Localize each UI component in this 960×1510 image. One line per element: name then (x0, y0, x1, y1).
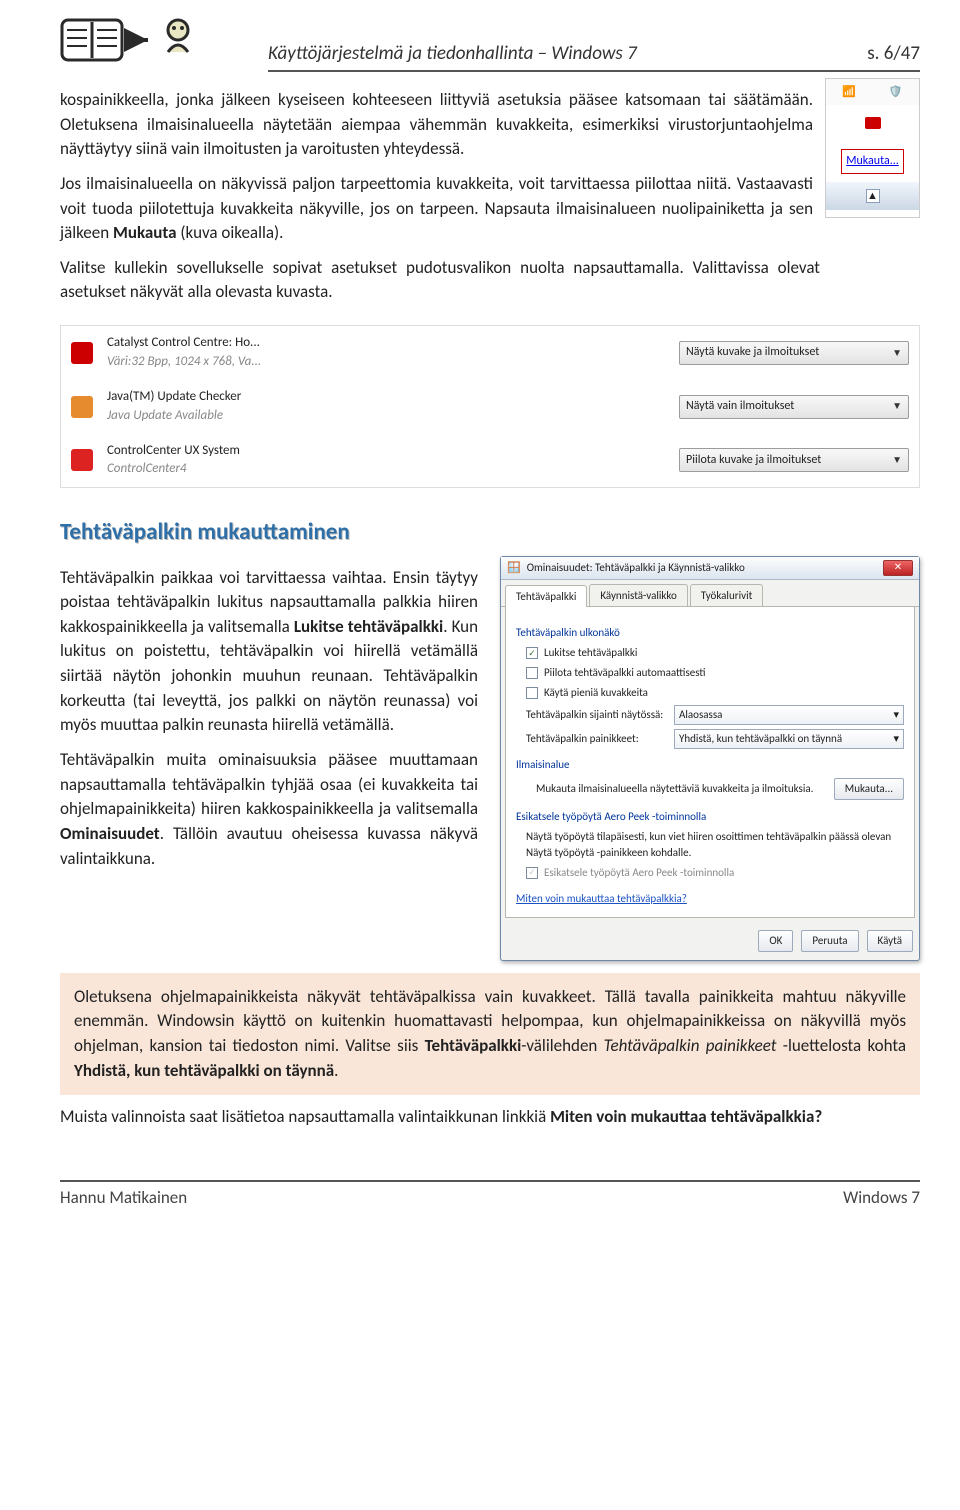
checkbox-aero-peek[interactable]: ✓Esikatsele työpöytä Aero Peek -toiminno… (516, 865, 904, 881)
closing-paragraph: Muista valinnoista saat lisätietoa napsa… (60, 1105, 920, 1130)
tip-box: Oletuksena ohjelmapainikkeista näkyvät t… (60, 973, 920, 1096)
section-appearance: Tehtäväpalkin ulkonäkö (516, 625, 904, 641)
aero-description: Näytä työpöytä tilapäisesti, kun viet hi… (516, 829, 904, 861)
body-paragraph-3: Valitse kullekin sovellukselle sopivat a… (60, 256, 820, 305)
app-row-controlcenter: ControlCenter UX System ControlCenter4 P… (61, 434, 919, 488)
section-notification-area: Ilmaisinalue (516, 757, 904, 773)
tab-toolbars[interactable]: Työkalurivit (690, 584, 763, 607)
tray-description: Mukauta ilmaisinalueella näytettäviä kuv… (526, 781, 826, 797)
behavior-dropdown[interactable]: Näytä kuvake ja ilmoitukset▼ (679, 341, 909, 365)
body-paragraph-1: kospainikkeella, jonka jälkeen kyseiseen… (60, 88, 920, 162)
tab-taskbar[interactable]: Tehtäväpalkki (505, 585, 587, 608)
controlcenter-icon (71, 449, 93, 471)
cancel-button[interactable]: Peruuta (801, 930, 858, 952)
taskbar-properties-dialog: 🪟 Ominaisuudet: Tehtäväpalkki ja Käynnis… (500, 556, 920, 961)
book-to-reader-icon (60, 10, 200, 72)
notification-icons-settings-list: Catalyst Control Centre: Ho... Väri:32 B… (60, 325, 920, 488)
customize-link[interactable]: Mukauta... (841, 149, 904, 174)
page-number: s. 6/47 (867, 40, 920, 68)
section-aero-peek: Esikatsele työpöytä Aero Peek -toiminnol… (516, 809, 904, 825)
ati-tray-icon (865, 117, 881, 129)
chevron-down-icon: ▼ (892, 346, 902, 361)
app-name: ControlCenter UX System (107, 442, 665, 461)
buttons-label: Tehtäväpalkin painikkeet: (526, 731, 666, 747)
app-subtitle: Java Update Available (107, 407, 665, 426)
ati-icon (71, 342, 93, 364)
page-header: Käyttöjärjestelmä ja tiedonhallinta – Wi… (60, 0, 920, 78)
dialog-titlebar: 🪟 Ominaisuudet: Tehtäväpalkki ja Käynnis… (501, 557, 919, 580)
apply-button[interactable]: Käytä (867, 930, 913, 952)
tab-startmenu[interactable]: Käynnistä-valikko (589, 584, 687, 607)
footer-author: Hannu Matikainen (60, 1186, 187, 1211)
checkbox-small-icons[interactable]: Käytä pieniä kuvakkeita (516, 685, 904, 701)
app-name: Catalyst Control Centre: Ho... (107, 334, 665, 353)
position-label: Tehtäväpalkin sijainti näytössä: (526, 707, 666, 723)
section-heading: Tehtäväpalkin mukauttaminen (60, 516, 920, 549)
body-paragraph-2: Jos ilmaisinalueella on näkyvissä paljon… (60, 172, 820, 246)
chevron-down-icon: ▼ (892, 399, 902, 414)
checkbox-autohide[interactable]: Piilota tehtäväpalkki automaattisesti (516, 665, 904, 681)
notification-area-popup: 📶 🛡️ Mukauta... ▲ (825, 78, 920, 218)
ok-button[interactable]: OK (758, 930, 793, 952)
java-icon (71, 396, 93, 418)
window-icon: 🪟 (507, 560, 521, 576)
section-paragraph-2: Tehtäväpalkin muita ominaisuuksia pääsee… (60, 748, 478, 871)
checkbox-lock-taskbar[interactable]: ✓Lukitse tehtäväpalkki (516, 645, 904, 661)
tray-expand-arrow[interactable]: ▲ (866, 189, 880, 203)
shield-icon: 🛡️ (889, 84, 903, 100)
course-title: Käyttöjärjestelmä ja tiedonhallinta – Wi… (268, 40, 637, 68)
buttons-dropdown[interactable]: Yhdistä, kun tehtäväpalkki on täynnä▾ (674, 729, 904, 749)
page-footer: Hannu Matikainen Windows 7 (60, 1180, 920, 1211)
app-row-catalyst: Catalyst Control Centre: Ho... Väri:32 B… (61, 326, 919, 380)
behavior-dropdown[interactable]: Piilota kuvake ja ilmoitukset▼ (679, 448, 909, 472)
dialog-title: Ominaisuudet: Tehtäväpalkki ja Käynnistä… (527, 560, 745, 576)
close-button[interactable]: ✕ (883, 560, 913, 576)
customize-button[interactable]: Mukauta... (834, 778, 904, 800)
app-row-java: Java(TM) Update Checker Java Update Avai… (61, 380, 919, 434)
chevron-down-icon: ▼ (892, 453, 902, 468)
chevron-down-icon: ▾ (893, 707, 899, 723)
chevron-down-icon: ▾ (893, 731, 899, 747)
network-icon: 📶 (842, 84, 856, 100)
app-name: Java(TM) Update Checker (107, 388, 665, 407)
help-link[interactable]: Miten voin mukauttaa tehtäväpalkkia? (516, 892, 687, 905)
section-paragraph-1: Tehtäväpalkin paikkaa voi tarvittaessa v… (60, 566, 478, 738)
footer-product: Windows 7 (843, 1186, 920, 1211)
app-subtitle: ControlCenter4 (107, 460, 665, 479)
position-dropdown[interactable]: Alaosassa▾ (674, 705, 904, 725)
behavior-dropdown[interactable]: Näytä vain ilmoitukset▼ (679, 395, 909, 419)
app-subtitle: Väri:32 Bpp, 1024 x 768, Va... (107, 353, 665, 372)
